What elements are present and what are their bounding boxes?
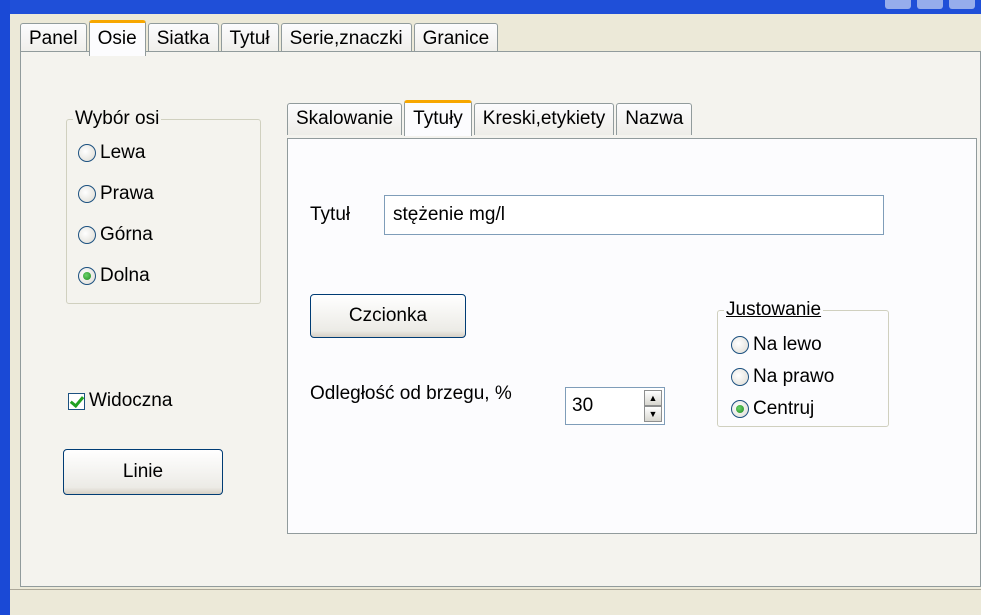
distance-value[interactable]: 30 bbox=[566, 395, 644, 417]
font-button[interactable]: Czcionka bbox=[310, 294, 466, 338]
titles-tab-panel: Tytuł stężenie mg/l Czcionka Odległość o… bbox=[287, 138, 977, 534]
spin-down-icon[interactable]: ▼ bbox=[644, 406, 662, 422]
top-tab-strip: Panel Osie Siatka Tytuł Serie,znaczki Gr… bbox=[20, 20, 500, 56]
visible-checkbox-box[interactable] bbox=[68, 392, 85, 410]
radio-centruj-label: Centruj bbox=[753, 398, 815, 419]
spin-up-icon[interactable]: ▲ bbox=[644, 390, 662, 406]
tab-osie[interactable]: Osie bbox=[88, 20, 146, 56]
window-title-strip bbox=[0, 0, 981, 14]
radio-prawa-label: Prawa bbox=[100, 183, 154, 204]
radio-prawa[interactable]: Prawa bbox=[78, 183, 154, 205]
title-bar-controls bbox=[885, 0, 975, 10]
radio-na-prawo-button[interactable] bbox=[731, 368, 749, 386]
justify-legend: Justowanie bbox=[726, 299, 822, 320]
radio-na-prawo-label: Na prawo bbox=[753, 366, 835, 387]
visible-checkbox[interactable]: Widoczna bbox=[68, 390, 172, 412]
radio-prawa-button[interactable] bbox=[78, 185, 96, 203]
distance-label: Odległość od brzegu, % bbox=[310, 383, 512, 404]
axes-settings-window: Panel Osie Siatka Tytuł Serie,znaczki Gr… bbox=[10, 14, 981, 615]
tab-tytuly[interactable]: Tytuły bbox=[404, 100, 472, 136]
radio-dolna-button[interactable] bbox=[78, 267, 96, 285]
radio-na-lewo[interactable]: Na lewo bbox=[731, 334, 822, 356]
distance-spinner[interactable]: 30 ▲ ▼ bbox=[565, 387, 665, 425]
radio-gorna[interactable]: Górna bbox=[78, 224, 153, 246]
radio-lewa-button[interactable] bbox=[78, 144, 96, 162]
window-left-frame bbox=[0, 0, 10, 615]
radio-dolna[interactable]: Dolna bbox=[78, 265, 150, 287]
radio-gorna-button[interactable] bbox=[78, 226, 96, 244]
inner-tab-strip: Skalowanie Tytuły Kreski,etykiety Nazwa bbox=[287, 100, 694, 136]
title-label: Tytuł bbox=[310, 204, 351, 225]
tab-kreski-etykiety[interactable]: Kreski,etykiety bbox=[473, 103, 615, 135]
radio-na-prawo[interactable]: Na prawo bbox=[731, 366, 834, 388]
radio-na-lewo-label: Na lewo bbox=[753, 334, 822, 355]
radio-lewa-label: Lewa bbox=[100, 142, 146, 163]
tab-skalowanie[interactable]: Skalowanie bbox=[287, 103, 403, 135]
radio-centruj-button[interactable] bbox=[731, 400, 749, 418]
tab-nazwa[interactable]: Nazwa bbox=[616, 103, 693, 135]
radio-dolna-label: Dolna bbox=[100, 265, 150, 286]
title-input[interactable]: stężenie mg/l bbox=[384, 195, 884, 235]
lines-button[interactable]: Linie bbox=[63, 449, 223, 495]
radio-na-lewo-button[interactable] bbox=[731, 336, 749, 354]
visible-checkbox-label: Widoczna bbox=[89, 390, 173, 411]
radio-centruj[interactable]: Centruj bbox=[731, 398, 814, 420]
radio-gorna-label: Górna bbox=[100, 224, 153, 245]
status-separator bbox=[10, 589, 981, 590]
radio-lewa[interactable]: Lewa bbox=[78, 142, 145, 164]
axis-selection-legend: Wybór osi bbox=[75, 108, 160, 129]
